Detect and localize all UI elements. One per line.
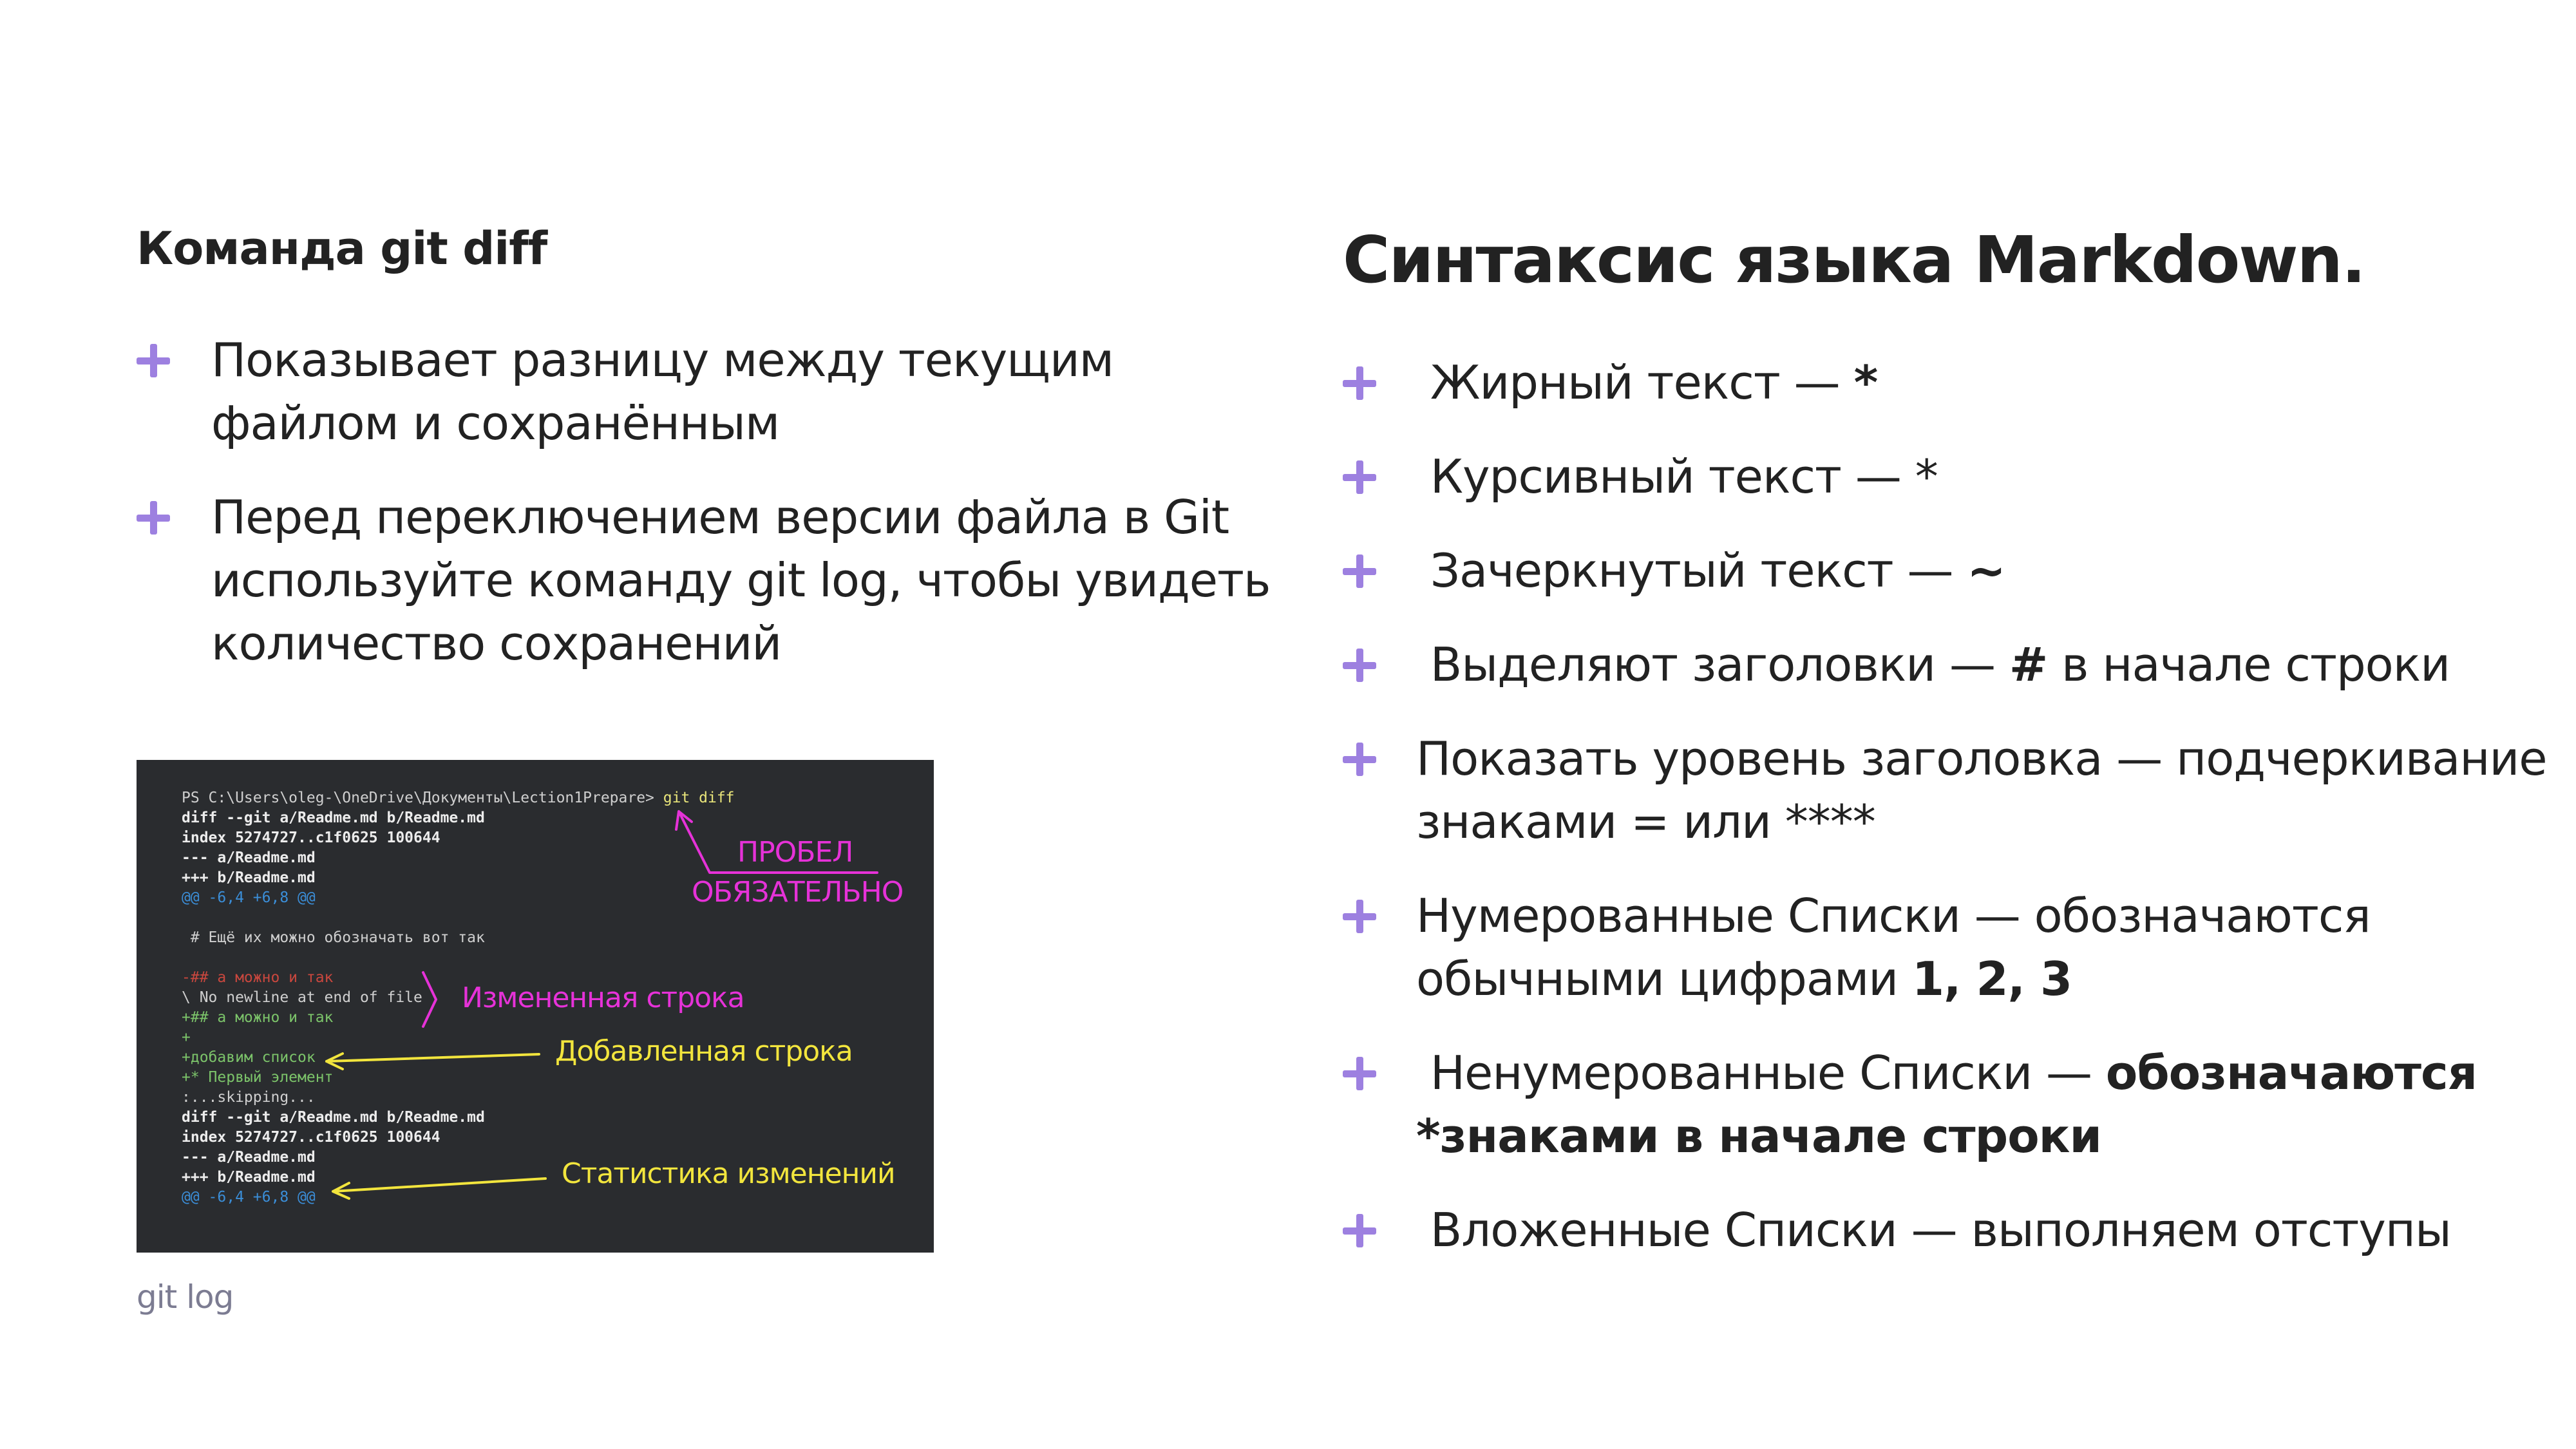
bullet-text: Курсивный текст — * [1416,450,1938,504]
annotation-required: ОБЯЗАТЕЛЬНО [692,876,904,909]
markdown-syntax-list: Жирный текст — * Курсивный текст — * Зач… [1343,351,2553,1293]
stats-arrow [332,1177,547,1200]
list-item: Нумерованные Списки — обозначаются обычн… [1343,884,2553,1010]
bullet-text: Показать уровень заголовка — подчеркиван… [1416,732,2561,849]
changed-brace [422,971,437,1028]
plus-icon [1343,649,1376,682]
plus-icon [1343,554,1376,588]
annotation-stats: Статистика изменений [562,1157,896,1190]
left-bullet-list: Показывает разницу между текущим файлом … [137,328,1296,706]
plus-icon [137,501,170,535]
list-item: Ненумерованные Списки — обозначаются *зн… [1343,1041,2553,1168]
bullet-tail: в начале строки [2047,638,2450,692]
added-arrow [325,1052,540,1070]
plus-icon [1343,743,1376,776]
plus-icon [1343,1057,1376,1090]
list-item: Вложенные Списки — выполняем отступы [1343,1198,2553,1262]
plus-icon [1343,460,1376,494]
bullet-bold: # [2009,638,2048,692]
bullet-text: Ненумерованные Списки — [1416,1046,2106,1100]
plus-icon [1343,366,1376,400]
left-section-title: Команда git diff [137,222,547,275]
bullet-text: Вложенные Списки — выполняем отступы [1416,1203,2452,1257]
list-item: Курсивный текст — * [1343,445,2553,508]
list-item: Показать уровень заголовка — подчеркиван… [1343,727,2553,853]
list-item: Показывает разницу между текущим файлом … [137,328,1296,455]
list-item: Жирный текст — * [1343,351,2553,414]
annotation-space: ПРОБЕЛ [737,836,853,869]
bullet-text: Показывает разницу между текущим файлом … [211,333,1114,450]
bullet-text: Зачеркнутый текст — [1416,544,1967,598]
bullet-bold: 1, 2, 3 [1911,952,2072,1006]
list-item: Выделяют заголовки — # в начале строки [1343,633,2553,696]
git-diff-screenshot: PS C:\Users\oleg-\OneDrive\Документы\Lec… [137,760,934,1253]
plus-icon [1343,1214,1376,1247]
plus-icon [137,344,170,377]
bullet-text: Выделяют заголовки — [1416,638,2009,692]
annotation-changed-line: Измененная строка [462,981,745,1014]
bullet-text: Перед переключением версии файла в Git и… [211,490,1271,670]
plus-icon [1343,900,1376,933]
bullet-bold: ~ [1967,544,2005,598]
image-caption: git log [137,1278,234,1316]
right-section-title: Синтаксис языка Markdown. [1343,222,2366,298]
list-item: Перед переключением версии файла в Git и… [137,486,1296,675]
bullet-text: Жирный текст — [1416,355,1854,410]
bullet-bold: * [1853,355,1879,410]
list-item: Зачеркнутый текст — ~ [1343,539,2553,602]
bullet-text: Нумерованные Списки — обозначаются обычн… [1416,889,2385,1006]
annotation-added-line: Добавленная строка [555,1035,853,1068]
